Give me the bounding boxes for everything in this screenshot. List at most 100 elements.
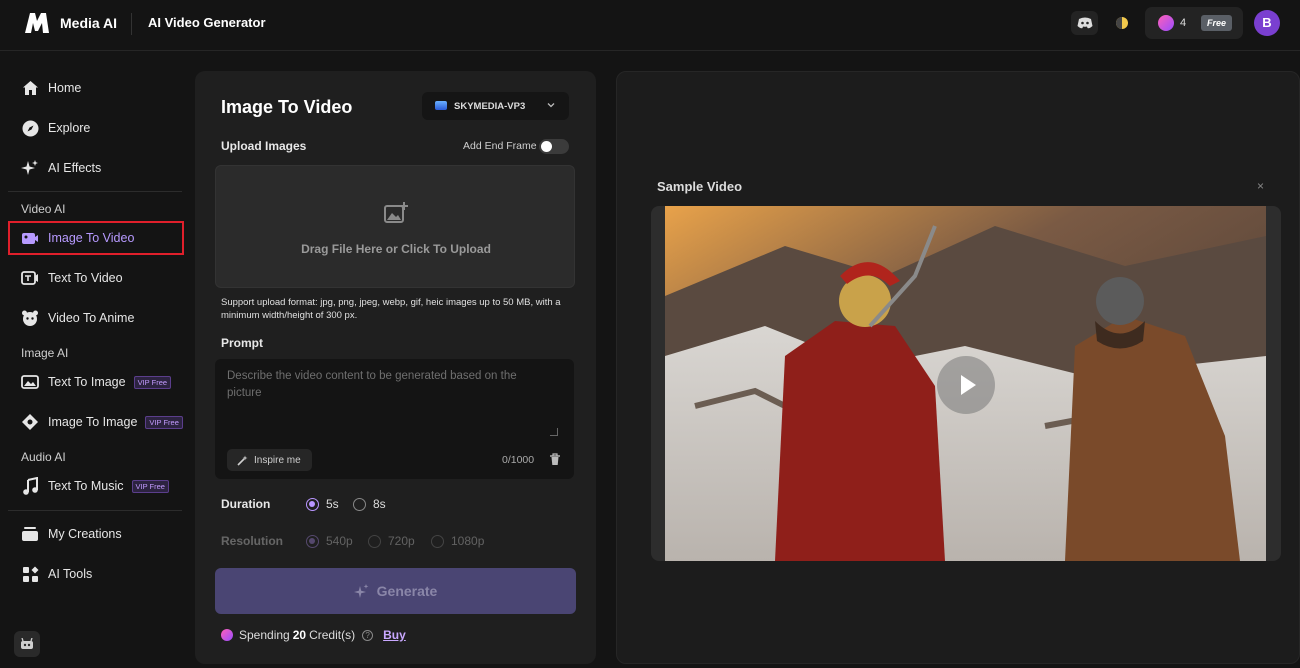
resolution-value: 1080p: [451, 534, 485, 548]
sidebar-item-label: Video To Anime: [48, 311, 135, 325]
sidebar-item-label: Image To Image: [48, 415, 138, 429]
sidebar-item-image-to-image[interactable]: Image To Image VIP Free: [8, 405, 184, 439]
tools-grid-icon: [21, 565, 39, 583]
generate-label: Generate: [376, 583, 438, 599]
generate-button[interactable]: Generate: [215, 568, 576, 614]
inspire-label: Inspire me: [254, 454, 301, 466]
resolution-value: 540p: [326, 534, 353, 548]
sidebar-item-video-to-anime[interactable]: Video To Anime: [8, 301, 184, 335]
duration-option-5s[interactable]: 5s: [306, 497, 339, 511]
sidebar-item-label: AI Tools: [48, 567, 93, 581]
sidebar: Home Explore AI Effects Video AI Image T…: [0, 52, 190, 668]
sidebar-divider: [8, 510, 182, 511]
music-icon: [21, 477, 39, 495]
trash-icon[interactable]: [549, 453, 561, 466]
upload-support-text: Support upload format: jpg, png, jpeg, w…: [221, 297, 561, 321]
chevron-down-icon: [547, 103, 555, 108]
sidebar-item-my-creations[interactable]: My Creations: [8, 517, 184, 551]
vip-free-badge: VIP Free: [131, 479, 169, 493]
resolution-value: 720p: [388, 534, 415, 548]
model-select[interactable]: SKYMEDIA-VP3: [422, 92, 569, 120]
compass-icon: [21, 119, 39, 137]
preview-panel: Sample Video ×: [616, 71, 1300, 664]
spending-suffix: Credit(s): [309, 628, 356, 642]
credit-coin-icon: [1158, 15, 1174, 31]
text-image-icon: [21, 373, 39, 391]
upload-dropzone[interactable]: Drag File Here or Click To Upload: [215, 165, 575, 288]
image-video-icon: [21, 229, 39, 247]
sidebar-item-label: AI Effects: [48, 161, 102, 175]
resolution-option-720p[interactable]: 720p: [368, 534, 415, 548]
top-bar: Media AI AI Video Generator 4 Free B: [0, 0, 1300, 51]
radio-selected: [306, 534, 319, 548]
brand-name: Media AI: [60, 15, 118, 31]
sparkle-icon: [353, 583, 369, 598]
sidebar-item-label: Text To Video: [48, 271, 123, 285]
sparkle-icon: [21, 159, 39, 177]
sidebar-item-label: Text To Image: [48, 375, 126, 389]
upload-cta: Drag File Here or Click To Upload: [301, 242, 491, 256]
duration-option-8s[interactable]: 8s: [353, 497, 386, 511]
end-frame-toggle[interactable]: [539, 139, 569, 154]
sidebar-item-ai-tools[interactable]: AI Tools: [8, 557, 184, 591]
sidebar-item-text-to-image[interactable]: Text To Image VIP Free: [8, 365, 184, 399]
model-name: SKYMEDIA-VP3: [454, 101, 526, 112]
sidebar-item-label: My Creations: [48, 527, 122, 541]
credit-coin-icon: [221, 629, 233, 641]
anime-icon: [21, 309, 39, 327]
sidebar-item-explore[interactable]: Explore: [8, 111, 184, 145]
sample-video-player[interactable]: [651, 206, 1281, 561]
spending-prefix: Spending: [239, 628, 290, 642]
resolution-option-1080p[interactable]: 1080p: [431, 534, 484, 548]
sidebar-item-ai-effects[interactable]: AI Effects: [8, 151, 184, 185]
play-button[interactable]: [937, 356, 995, 414]
text-video-icon: [21, 269, 39, 287]
media-ai-logo[interactable]: [24, 12, 50, 34]
avatar[interactable]: B: [1254, 10, 1280, 36]
spending-info: Spending 20 Credit(s) ? Buy: [221, 628, 406, 642]
page-title: AI Video Generator: [148, 15, 266, 30]
buy-link[interactable]: Buy: [383, 628, 406, 642]
header-divider: [131, 13, 132, 35]
inspire-me-button[interactable]: Inspire me: [227, 449, 312, 471]
discord-button[interactable]: [1071, 11, 1098, 35]
resize-handle[interactable]: [550, 428, 558, 436]
bot-icon: [21, 638, 33, 649]
radio-selected: [306, 497, 319, 511]
theme-icon: [1115, 17, 1128, 29]
model-icon: [435, 101, 447, 110]
prompt-input[interactable]: Describe the video content to be generat…: [215, 359, 574, 479]
sidebar-item-image-to-video[interactable]: Image To Video: [8, 221, 184, 255]
magic-wand-icon: [237, 455, 248, 466]
form-title: Image To Video: [221, 97, 353, 117]
radio-unselected: [431, 534, 444, 548]
resolution-option-540p[interactable]: 540p: [306, 534, 353, 548]
assistant-bot-button[interactable]: [14, 631, 40, 657]
sidebar-item-label: Image To Video: [48, 231, 135, 245]
upload-label: Upload Images: [221, 139, 307, 153]
char-counter: 0/1000: [502, 454, 535, 466]
prompt-label: Prompt: [221, 336, 263, 350]
help-icon[interactable]: ?: [362, 629, 374, 641]
section-label-video-ai: Video AI: [21, 202, 66, 216]
add-image-icon: [384, 202, 408, 223]
credit-count: 4: [1180, 17, 1187, 29]
sidebar-item-label: Home: [48, 81, 82, 95]
duration-value: 5s: [326, 497, 339, 511]
stack-icon: [21, 525, 39, 543]
theme-toggle-button[interactable]: [1108, 11, 1135, 35]
close-icon[interactable]: ×: [1257, 179, 1264, 193]
section-label-audio-ai: Audio AI: [21, 450, 66, 464]
spending-amount: 20: [292, 628, 307, 642]
end-frame-label: Add End Frame: [463, 140, 537, 152]
sidebar-item-home[interactable]: Home: [8, 71, 184, 105]
section-label-image-ai: Image AI: [21, 346, 69, 360]
sidebar-item-label: Text To Music: [48, 479, 124, 493]
sidebar-item-text-to-video[interactable]: Text To Video: [8, 261, 184, 295]
sidebar-item-label: Explore: [48, 121, 91, 135]
radio-unselected: [353, 497, 366, 511]
radio-unselected: [368, 534, 381, 548]
sidebar-item-text-to-music[interactable]: Text To Music VIP Free: [8, 469, 184, 503]
credits-widget[interactable]: 4 Free: [1145, 7, 1243, 39]
duration-value: 8s: [373, 497, 386, 511]
